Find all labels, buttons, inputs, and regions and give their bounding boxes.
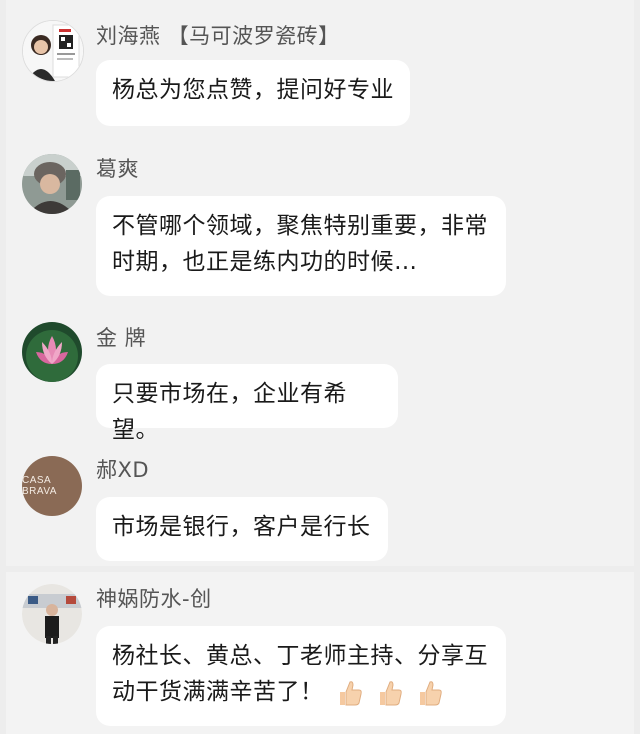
message-text-line: 杨社长、黄总、丁老师主持、分享互 bbox=[112, 643, 488, 669]
sender-name: 刘海燕 【马可波罗瓷砖】 bbox=[96, 24, 340, 48]
chat-screen: 刘海燕 【马可波罗瓷砖】 杨总为您点赞，提问好专业 葛爽 不管哪个领域，聚焦特别… bbox=[0, 0, 640, 734]
thumbs-up-icon bbox=[340, 681, 363, 706]
avatar[interactable]: CASA BRAVA bbox=[22, 456, 82, 516]
avatar[interactable] bbox=[22, 322, 82, 382]
lotus-icon bbox=[22, 322, 82, 382]
message-bubble[interactable]: 杨总为您点赞，提问好专业 bbox=[96, 60, 410, 126]
emoji-group bbox=[337, 675, 449, 711]
message-text: 动干货满满辛苦了！ bbox=[112, 679, 324, 705]
thumbs-up-icon bbox=[380, 681, 402, 706]
avatar[interactable] bbox=[22, 584, 82, 644]
person-avatar-icon bbox=[22, 154, 82, 214]
avatar[interactable] bbox=[22, 20, 84, 82]
person-avatar-icon bbox=[23, 21, 83, 81]
message-bubble[interactable]: 只要市场在，企业有希望。 bbox=[96, 364, 398, 443]
message-text: 杨总为您点赞，提问好专业 bbox=[112, 77, 394, 103]
sender-name: 葛爽 bbox=[96, 157, 139, 181]
message-text: 市场是银行，客户是行长 bbox=[112, 514, 371, 540]
avatar[interactable] bbox=[22, 154, 82, 214]
sender-name: 金 牌 bbox=[96, 326, 147, 350]
message-bubble[interactable]: 市场是银行，客户是行长 bbox=[96, 497, 388, 561]
message-bubble[interactable]: 杨社长、黄总、丁老师主持、分享互 动干货满满辛苦了！ bbox=[96, 626, 506, 726]
person-avatar-icon bbox=[22, 584, 82, 644]
casa-brava-logo: CASA BRAVA bbox=[22, 475, 57, 497]
thumbs-up-icon bbox=[419, 681, 442, 706]
sender-name: 郝XD bbox=[96, 458, 150, 482]
message-text-line: 不管哪个领域，聚焦特别重要，非常 bbox=[112, 213, 488, 239]
message-text-line: 时期，也正是练内功的时候… bbox=[112, 249, 418, 275]
message-bubble[interactable]: 不管哪个领域，聚焦特别重要，非常 时期，也正是练内功的时候… bbox=[96, 196, 506, 296]
message-text-line: 动干货满满辛苦了！ bbox=[112, 674, 490, 711]
sender-name: 神娲防水-创 bbox=[96, 587, 212, 611]
